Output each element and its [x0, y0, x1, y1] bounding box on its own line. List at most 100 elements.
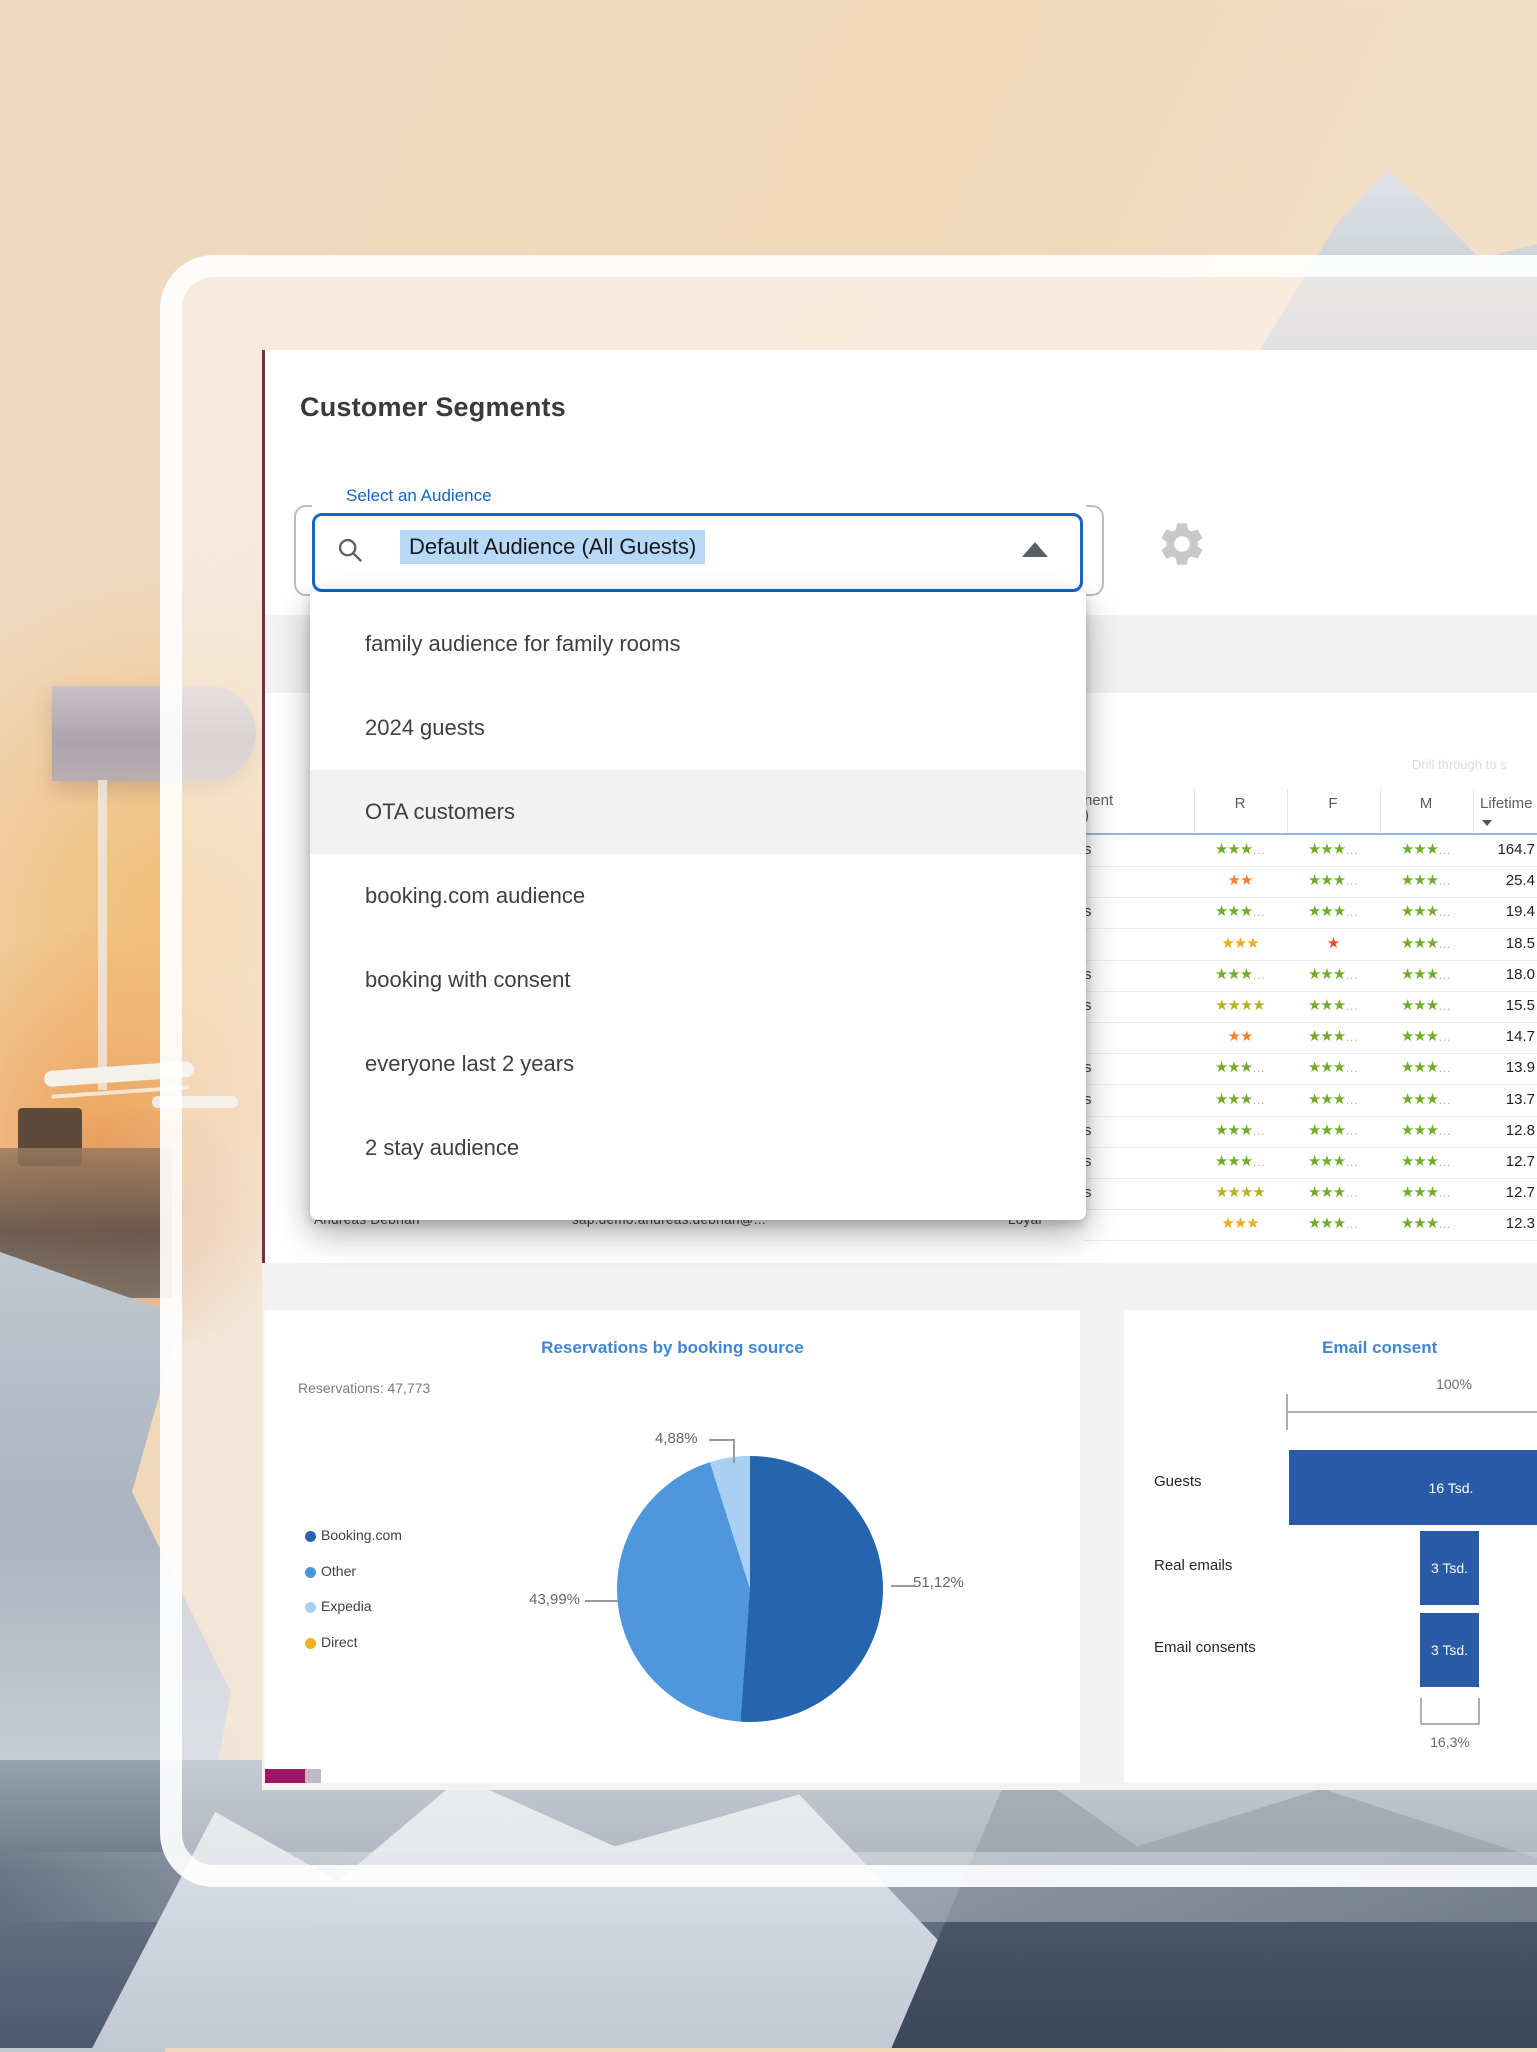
- funnel-category-label: Real emails: [1154, 1557, 1232, 1574]
- settings-gear-icon[interactable]: [1156, 518, 1208, 570]
- audience-option-booking-with-consent[interactable]: booking with consent: [310, 938, 1086, 1022]
- lifetime-value: 25.4: [1475, 872, 1535, 889]
- clipped-row-email: sap.demo.andreas.debrian@...: [572, 1219, 992, 1245]
- audience-option-family-audience-for-family-rooms[interactable]: family audience for family rooms: [310, 602, 1086, 686]
- column-header-f[interactable]: F: [1287, 795, 1379, 812]
- pie-card-title: Reservations by booking source: [265, 1338, 1080, 1358]
- audience-option-ota-customers[interactable]: OTA customers: [310, 770, 1086, 854]
- lifetime-value: 18.0: [1475, 966, 1535, 983]
- lifetime-value: 12.7: [1475, 1184, 1535, 1201]
- table-row[interactable]: s★★★★★★★…★★★…15.5: [1084, 991, 1537, 1023]
- column-divider: [1287, 789, 1288, 833]
- collapse-dropdown-icon[interactable]: [1022, 542, 1048, 557]
- star-rating-r: ★★★: [1194, 1214, 1286, 1232]
- star-rating-m: ★★★…: [1380, 1027, 1472, 1045]
- star-rating-r: ★★★…: [1194, 902, 1286, 920]
- column-header-lifetime[interactable]: Lifetime: [1480, 795, 1533, 812]
- legend-color-dot: [305, 1567, 316, 1578]
- table-row[interactable]: s★★★…★★★…★★★…13.9: [1084, 1053, 1537, 1085]
- wallpaper-pool-reflection: [0, 1148, 172, 1298]
- legend-color-dot: [305, 1531, 316, 1542]
- lifetime-value: 12.3: [1475, 1215, 1535, 1232]
- funnel-top-percent: 100%: [1424, 1376, 1484, 1392]
- star-rating-f: ★★★…: [1287, 1090, 1379, 1108]
- lifetime-value: 13.9: [1475, 1059, 1535, 1076]
- booking-source-pie[interactable]: [617, 1456, 883, 1722]
- audience-options-dropdown: family audience for family rooms2024 gue…: [310, 592, 1086, 1220]
- table-row[interactable]: s★★★★★★★…★★★…12.7: [1084, 1178, 1537, 1210]
- column-divider: [1380, 789, 1381, 833]
- star-rating-f: ★★★…: [1287, 840, 1379, 858]
- star-rating-f: ★★★…: [1287, 871, 1379, 889]
- clipped-row-segment: Loyal: [1008, 1219, 1078, 1245]
- funnel-ruler-line: [1286, 1411, 1537, 1413]
- table-row[interactable]: s★★★…★★★…★★★…164.7: [1084, 835, 1537, 867]
- audience-option-booking-com-audience[interactable]: booking.com audience: [310, 854, 1086, 938]
- table-row[interactable]: ★★★★★★★…18.5: [1084, 929, 1537, 961]
- table-row[interactable]: s★★★…★★★…★★★…12.8: [1084, 1116, 1537, 1148]
- funnel-bar-value: 3 Tsd.: [1431, 1642, 1468, 1658]
- page-title: Customer Segments: [300, 392, 566, 423]
- selected-audience-text[interactable]: Default Audience (All Guests): [400, 530, 705, 564]
- table-row[interactable]: ★★★★★★…★★★…12.3: [1084, 1209, 1537, 1241]
- star-rating-r: ★★: [1194, 1027, 1286, 1045]
- star-rating-f: ★★★…: [1287, 1121, 1379, 1139]
- reservations-by-source-card: Reservations by booking source Reservati…: [265, 1310, 1080, 1783]
- funnel-category-label: Email consents: [1154, 1639, 1256, 1656]
- table-row[interactable]: s★★★…★★★…★★★…18.0: [1084, 960, 1537, 992]
- lifetime-value: 19.4: [1475, 903, 1535, 920]
- table-row[interactable]: s★★★…★★★…★★★…19.4: [1084, 897, 1537, 929]
- audience-option-2-stay-audience[interactable]: 2 stay audience: [310, 1106, 1086, 1190]
- star-rating-r: ★★★…: [1194, 840, 1286, 858]
- canvas-left-accent-edge: [262, 350, 265, 1263]
- column-divider: [1473, 789, 1474, 833]
- pie-label-expedia: 4,88%: [655, 1430, 698, 1447]
- star-rating-m: ★★★…: [1380, 1058, 1472, 1076]
- email-consent-card: Email consent 100% Guests16 Tsd.Real ema…: [1124, 1310, 1537, 1783]
- star-rating-m: ★★★…: [1380, 840, 1472, 858]
- legend-color-dot: [305, 1638, 316, 1649]
- pie-label-booking: 51,12%: [913, 1574, 964, 1591]
- funnel-bracket-tick: [1420, 1698, 1422, 1724]
- reservations-count: Reservations: 47,773: [298, 1380, 430, 1396]
- lifetime-value: 18.5: [1475, 935, 1535, 952]
- page-accent-strip-end: [305, 1769, 321, 1783]
- search-icon: [336, 536, 364, 564]
- drill-through-hint: Drill through to s: [1412, 757, 1507, 772]
- star-rating-f: ★★★…: [1287, 996, 1379, 1014]
- star-rating-m: ★★★…: [1380, 996, 1472, 1014]
- star-rating-m: ★★★…: [1380, 1214, 1472, 1232]
- table-row[interactable]: ★★★★★…★★★…25.4: [1084, 866, 1537, 898]
- star-rating-r: ★★★★: [1194, 996, 1286, 1014]
- star-rating-m: ★★★…: [1380, 1121, 1472, 1139]
- star-rating-r: ★★: [1194, 871, 1286, 889]
- star-rating-r: ★★★…: [1194, 1090, 1286, 1108]
- funnel-bar-email-consents[interactable]: 3 Tsd.: [1420, 1613, 1479, 1687]
- pie-leader-line: [891, 1585, 915, 1587]
- lifetime-value: 13.7: [1475, 1091, 1535, 1108]
- star-rating-r: ★★★…: [1194, 965, 1286, 983]
- legend-label: Expedia: [321, 1598, 372, 1614]
- column-header-r[interactable]: R: [1194, 795, 1286, 812]
- lifetime-value: 12.8: [1475, 1122, 1535, 1139]
- funnel-bar-guests[interactable]: 16 Tsd.: [1289, 1450, 1537, 1525]
- pie-label-other: 43,99%: [480, 1591, 580, 1608]
- table-row[interactable]: s★★★…★★★…★★★…12.7: [1084, 1147, 1537, 1179]
- funnel-bar-real-emails[interactable]: 3 Tsd.: [1420, 1531, 1479, 1605]
- audience-option-2024-guests[interactable]: 2024 guests: [310, 686, 1086, 770]
- table-row[interactable]: s★★★…★★★…★★★…13.7: [1084, 1085, 1537, 1117]
- funnel-category-label: Guests: [1154, 1473, 1202, 1490]
- audience-option-everyone-last-2-years[interactable]: everyone last 2 years: [310, 1022, 1086, 1106]
- star-rating-r: ★★★…: [1194, 1121, 1286, 1139]
- star-rating-m: ★★★…: [1380, 1090, 1472, 1108]
- star-rating-f: ★: [1287, 934, 1379, 952]
- funnel-bracket-line: [1420, 1723, 1480, 1725]
- star-rating-r: ★★★…: [1194, 1152, 1286, 1170]
- column-header-m[interactable]: M: [1380, 795, 1472, 812]
- sort-descending-icon[interactable]: [1482, 820, 1492, 826]
- clipped-row-name: Andreas Debrian: [314, 1219, 564, 1245]
- column-header-segment-fragment: nent ): [1084, 793, 1113, 823]
- star-rating-f: ★★★…: [1287, 1183, 1379, 1201]
- table-row[interactable]: ★★★★★…★★★…14.7: [1084, 1022, 1537, 1054]
- page-accent-strip: [265, 1769, 305, 1783]
